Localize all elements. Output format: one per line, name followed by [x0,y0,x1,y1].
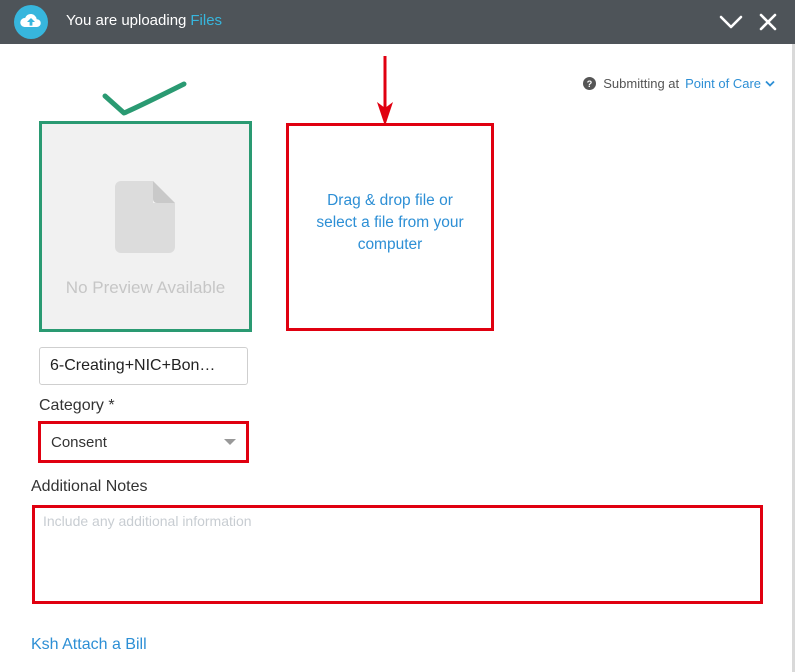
submitting-label: Submitting at [603,76,680,91]
submitting-location: ? Submitting at Point of Care [583,76,775,91]
checkmark-annotation [102,81,187,116]
close-button[interactable] [755,9,781,35]
category-select[interactable]: Consent [38,421,249,463]
dropzone-text: Drag & drop file or select a file from y… [316,192,464,253]
close-icon [759,13,777,31]
category-label: Category * [39,397,115,414]
minimize-button[interactable] [718,9,744,35]
location-dropdown[interactable]: Point of Care [685,76,775,91]
file-icon [115,181,175,253]
cloud-upload-icon [14,5,48,39]
notes-textarea[interactable] [35,508,760,601]
svg-text:?: ? [587,79,593,89]
notes-label: Additional Notes [31,478,148,495]
header-title: You are uploading Files [66,12,222,29]
header-title-prefix: You are uploading [66,12,187,29]
category-value: Consent [51,434,107,451]
chevron-down-icon [719,15,743,29]
upload-header: You are uploading Files [0,0,795,44]
attach-bill-link[interactable]: Ksh Attach a Bill [31,636,147,654]
file-dropzone[interactable]: Drag & drop file or select a file from y… [286,123,494,331]
question-icon: ? [583,77,597,90]
header-title-accent: Files [190,12,223,29]
notes-box [32,505,763,604]
caret-down-icon [224,439,236,445]
arrow-down-annotation [377,56,393,126]
location-value: Point of Care [685,76,761,91]
no-preview-text: No Preview Available [65,278,226,297]
filename-field[interactable]: 6-Creating+NIC+Bon… [39,347,248,385]
filename-value: 6-Creating+NIC+Bon… [50,357,216,374]
chevron-down-icon [765,80,775,87]
file-preview: No Preview Available [39,121,252,332]
